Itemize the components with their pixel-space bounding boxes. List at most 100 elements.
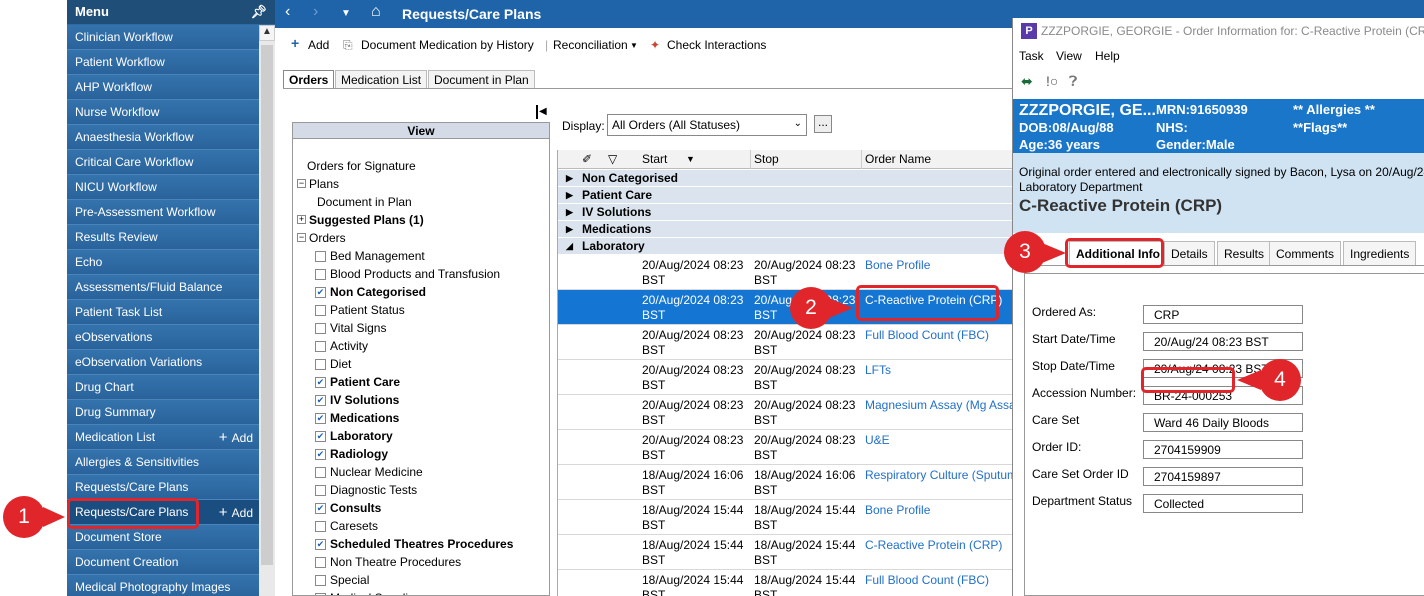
checkbox[interactable] xyxy=(315,575,326,586)
checkbox[interactable]: ✔ xyxy=(315,431,326,442)
menu-item[interactable]: Drug Summary xyxy=(67,400,259,425)
menu-item[interactable]: Patient Task List xyxy=(67,300,259,325)
order-group[interactable]: ◢ Laboratory xyxy=(558,238,1012,255)
menu-item[interactable]: NICU Workflow xyxy=(67,175,259,200)
checkbox[interactable] xyxy=(315,359,326,370)
plus-icon[interactable]: + xyxy=(291,35,299,51)
menu-item[interactable]: Clinician Workflow xyxy=(67,25,259,50)
checkbox[interactable] xyxy=(315,323,326,334)
checkbox[interactable]: ✔ xyxy=(315,539,326,550)
pin-icon[interactable]: 📌︎ xyxy=(250,4,267,20)
order-group[interactable]: ▶ Medications xyxy=(558,221,1012,238)
menu-item[interactable]: AHP Workflow xyxy=(67,75,259,100)
order-row[interactable]: 20/Aug/2024 08:23 BST 20/Aug/2024 08:23 B… xyxy=(558,360,1012,395)
collapse-icon[interactable]: − xyxy=(297,179,306,188)
menu-item[interactable]: Requests/Care Plans xyxy=(67,475,259,500)
menu-item[interactable]: Allergies & Sensitivities xyxy=(67,450,259,475)
menu-scrollbar[interactable]: ▲ xyxy=(259,25,275,596)
menu-item-add-button[interactable]: + Add xyxy=(219,425,253,451)
menu-item[interactable]: Medical Photography Images xyxy=(67,575,259,596)
order-name-link[interactable]: Bone Profile xyxy=(865,258,930,273)
menu-item[interactable]: eObservation Variations xyxy=(67,350,259,375)
menu-item[interactable]: Pre-Assessment Workflow xyxy=(67,200,259,225)
checkbox[interactable] xyxy=(315,485,326,496)
collapse-icon[interactable]: − xyxy=(297,233,306,242)
checkbox[interactable]: ✔ xyxy=(315,377,326,388)
document-medication-button[interactable]: Document Medication by History xyxy=(361,38,534,52)
menu-item[interactable]: eObservations xyxy=(67,325,259,350)
order-group[interactable]: ▶ IV Solutions xyxy=(558,204,1012,221)
tab-document-in-plan[interactable]: Document in Plan xyxy=(428,70,535,88)
check-interactions-button[interactable]: Check Interactions xyxy=(667,38,766,52)
checkbox[interactable] xyxy=(315,251,326,262)
expand-icon[interactable]: ▶ xyxy=(566,170,573,187)
menu-task[interactable]: Task xyxy=(1019,49,1044,63)
collapse-icon[interactable]: ◢ xyxy=(566,238,573,255)
checkbox[interactable] xyxy=(315,341,326,352)
tab-details[interactable]: Details xyxy=(1164,241,1215,265)
order-row[interactable]: 18/Aug/2024 15:44 BST 18/Aug/2024 15:44 B… xyxy=(558,500,1012,535)
display-select[interactable]: All Orders (All Statuses) ⌄ xyxy=(607,114,807,136)
tab-orders[interactable]: Orders xyxy=(283,70,335,88)
modify-icon[interactable]: ⬌ xyxy=(1021,73,1033,90)
help-icon[interactable]: ❓︎ xyxy=(1069,73,1077,90)
order-name-link[interactable]: Magnesium Assay (Mg Assa xyxy=(865,398,1012,413)
tree-node[interactable]: Orders for Signature xyxy=(307,157,416,175)
filter-icon[interactable]: ▽ xyxy=(608,152,617,166)
menu-item[interactable]: Drug Chart xyxy=(67,375,259,400)
checkbox[interactable] xyxy=(315,269,326,280)
scroll-thumb[interactable] xyxy=(261,45,273,565)
checkbox[interactable]: ✔ xyxy=(315,395,326,406)
order-group[interactable]: ▶ Patient Care xyxy=(558,187,1012,204)
column-stop[interactable]: Stop xyxy=(754,152,779,166)
order-name-link[interactable]: LFTs xyxy=(865,363,891,378)
expand-icon[interactable]: ▶ xyxy=(566,187,573,204)
allergies-label[interactable]: ** Allergies ** xyxy=(1293,102,1375,117)
order-row[interactable]: 20/Aug/2024 08:23 BST 20/Aug/2024 08:23 B… xyxy=(558,430,1012,465)
tab-results[interactable]: Results xyxy=(1217,241,1272,265)
order-row[interactable]: 18/Aug/2024 15:44 BST 18/Aug/2024 15:44 B… xyxy=(558,535,1012,570)
column-start[interactable]: Start xyxy=(642,152,667,166)
add-button[interactable]: Add xyxy=(308,38,329,52)
expand-icon[interactable]: ▶ xyxy=(566,221,573,238)
checkbox[interactable]: ✔ xyxy=(315,287,326,298)
menu-item[interactable]: Medication List + Add xyxy=(67,425,259,450)
menu-item-add-button[interactable]: + Add xyxy=(219,500,253,526)
tree-node[interactable]: Document in Plan xyxy=(317,193,412,211)
home-icon[interactable]: ⌂ xyxy=(371,3,381,21)
checkbox[interactable] xyxy=(315,305,326,316)
forward-arrow-icon[interactable]: › xyxy=(313,3,318,21)
order-name-link[interactable]: Bone Profile xyxy=(865,503,930,518)
expand-icon[interactable]: ▶ xyxy=(566,204,573,221)
menu-item[interactable]: Results Review xyxy=(67,225,259,250)
chevron-down-icon[interactable]: ▼ xyxy=(341,8,351,19)
order-row[interactable]: 20/Aug/2024 08:23 BST 20/Aug/2024 08:23 B… xyxy=(558,325,1012,360)
order-row[interactable]: 20/Aug/2024 08:23 BST 20/Aug/2024 08:23 B… xyxy=(558,395,1012,430)
menu-item[interactable]: Critical Care Workflow xyxy=(67,150,259,175)
checkbox[interactable] xyxy=(315,521,326,532)
order-name-link[interactable]: Full Blood Count (FBC) xyxy=(865,573,989,588)
menu-item[interactable]: Assessments/Fluid Balance xyxy=(67,275,259,300)
menu-item[interactable]: Document Creation xyxy=(67,550,259,575)
reconciliation-dropdown-icon[interactable]: ▼ xyxy=(630,41,638,50)
checkbox[interactable] xyxy=(315,467,326,478)
menu-item[interactable]: Anaesthesia Workflow xyxy=(67,125,259,150)
collapse-panel-icon[interactable]: ◀ xyxy=(536,105,547,119)
order-row[interactable]: 18/Aug/2024 16:06 BST 18/Aug/2024 16:06 B… xyxy=(558,465,1012,500)
order-group[interactable]: ▶ Non Categorised xyxy=(558,170,1012,187)
order-name-link[interactable]: U&E xyxy=(865,433,890,448)
display-more-button[interactable]: ... xyxy=(814,115,832,133)
order-row[interactable]: 18/Aug/2024 15:44 BST 18/Aug/2024 15:44 B… xyxy=(558,570,1012,596)
checkbox[interactable] xyxy=(315,557,326,568)
checkbox[interactable]: ✔ xyxy=(315,413,326,424)
checkbox[interactable]: ✔ xyxy=(315,449,326,460)
menu-item[interactable]: Nurse Workflow xyxy=(67,100,259,125)
column-order-name[interactable]: Order Name xyxy=(865,152,931,166)
menu-item[interactable]: Echo xyxy=(67,250,259,275)
menu-help[interactable]: Help xyxy=(1095,49,1120,63)
reconciliation-button[interactable]: Reconciliation xyxy=(553,38,628,52)
checkbox[interactable]: ✔ xyxy=(315,503,326,514)
order-name-link[interactable]: Full Blood Count (FBC) xyxy=(865,328,989,343)
menu-item[interactable]: Patient Workflow xyxy=(67,50,259,75)
menu-view[interactable]: View xyxy=(1056,49,1082,63)
